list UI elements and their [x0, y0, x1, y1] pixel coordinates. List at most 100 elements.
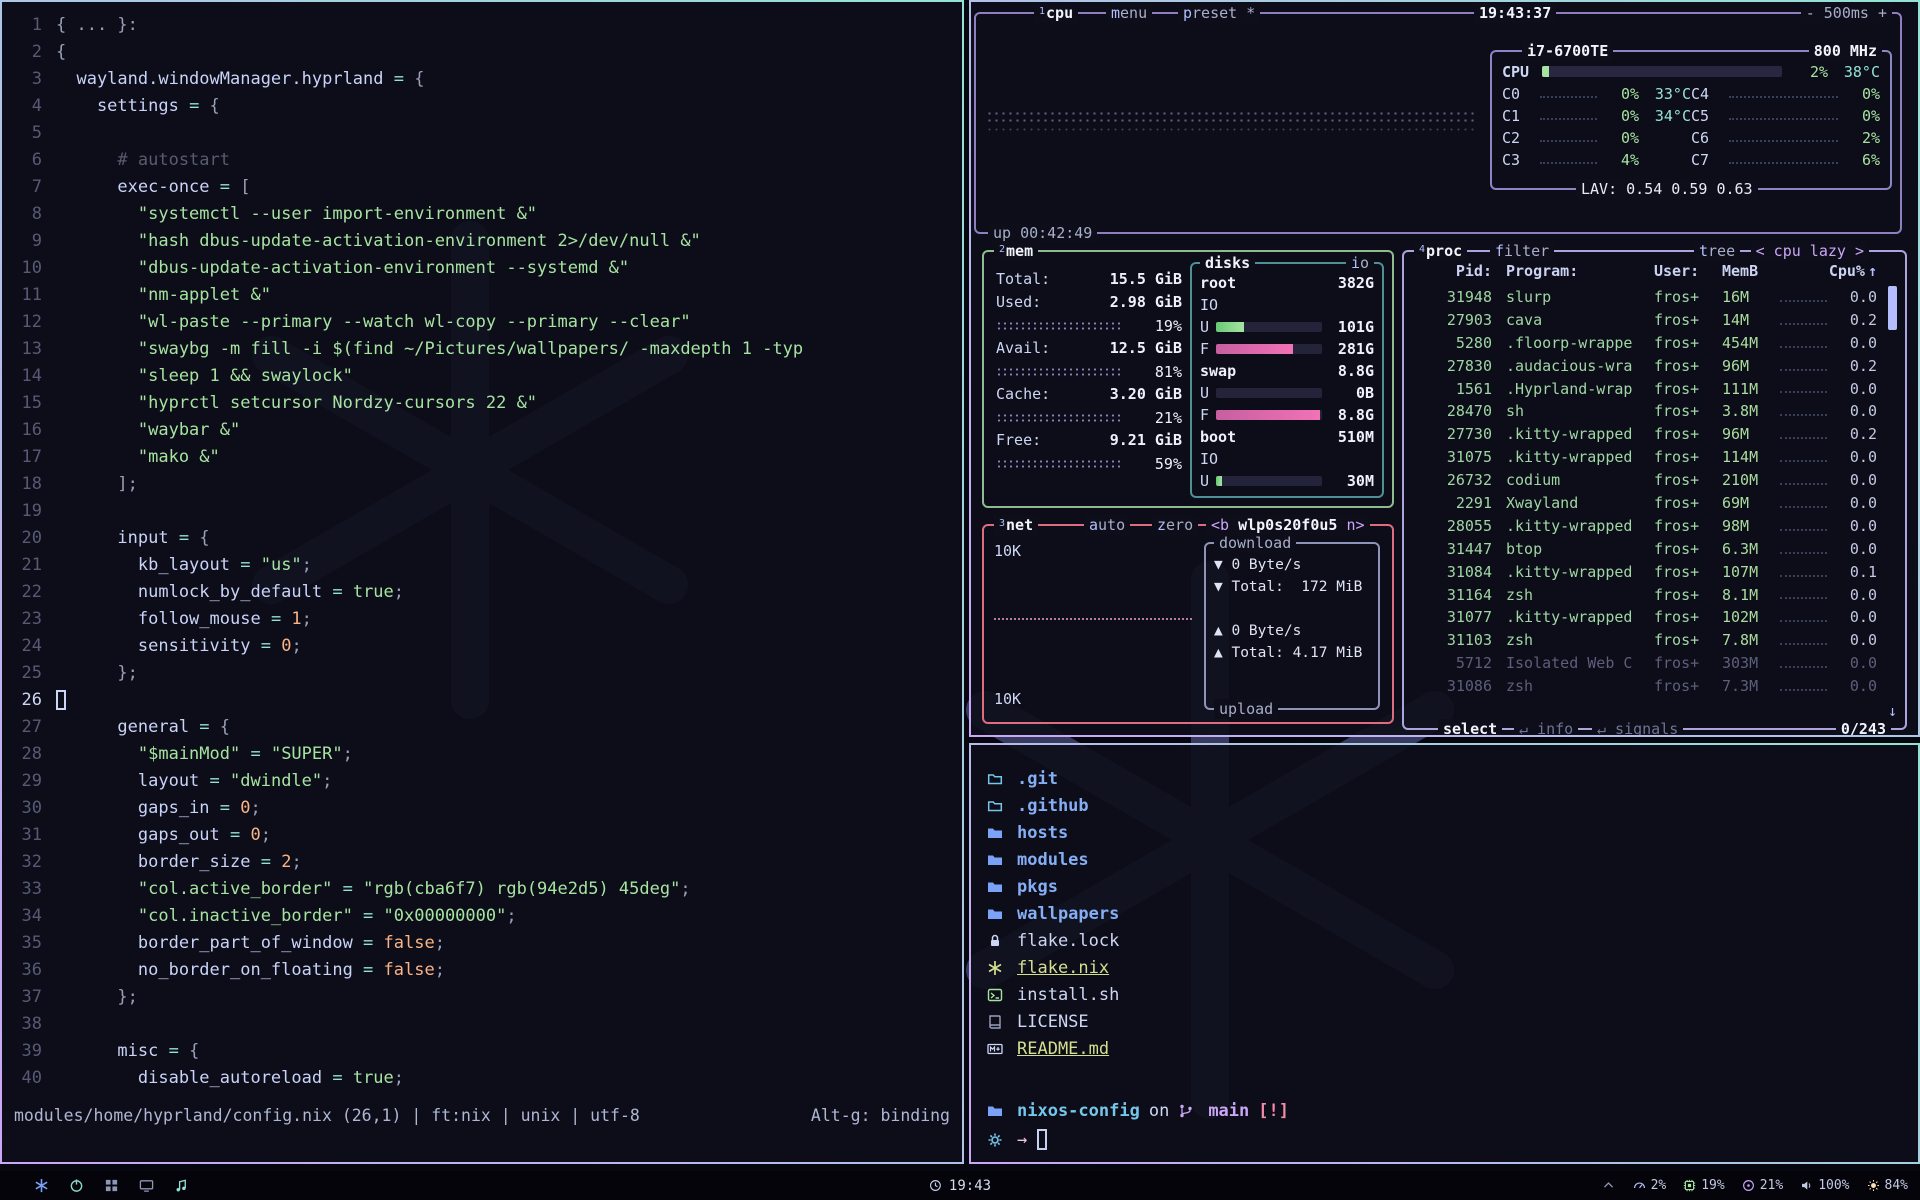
net-zero-button[interactable]: zero — [1152, 515, 1198, 535]
process-row[interactable]: 26732codiumfros+210M0.0 — [1414, 469, 1877, 492]
editor-line[interactable]: 27 general = { — [2, 714, 962, 741]
editor-line[interactable]: 32 border_size = 2; — [2, 849, 962, 876]
editor-line[interactable]: 31 gaps_out = 0; — [2, 822, 962, 849]
file-item-modules[interactable]: modules — [987, 846, 1119, 873]
editor-line[interactable]: 33 "col.active_border" = "rgb(cba6f7) rg… — [2, 876, 962, 903]
editor-line[interactable]: 38 — [2, 1011, 962, 1038]
file-item-LICENSE[interactable]: LICENSE — [987, 1008, 1119, 1035]
editor-line[interactable]: 36 no_border_on_floating = false; — [2, 957, 962, 984]
terminal-window[interactable]: .git.githubhostsmodulespkgswallpapersfla… — [969, 743, 1920, 1164]
btop-window[interactable]: 1cpu menu preset * 19:43:37 - 500ms + i7… — [969, 0, 1920, 737]
proc-box-title[interactable]: 4proc — [1414, 241, 1467, 261]
metric-volume[interactable]: 100% — [1800, 1178, 1849, 1193]
process-row[interactable]: 31086zshfros+7.3M0.0 — [1414, 675, 1877, 698]
select-action[interactable]: select — [1438, 719, 1502, 737]
editor-line[interactable]: 39 misc = { — [2, 1038, 962, 1065]
menu-button[interactable]: menu — [1106, 3, 1152, 23]
scrollbar-thumb[interactable] — [1888, 286, 1897, 330]
editor-line[interactable]: 7 exec-once = [ — [2, 174, 962, 201]
editor-line[interactable]: 4 settings = { — [2, 93, 962, 120]
workspaces-icon[interactable] — [104, 1178, 119, 1193]
metric-disk-usage[interactable]: 21% — [1742, 1178, 1783, 1193]
editor-line[interactable]: 14 "sleep 1 && swaylock" — [2, 363, 962, 390]
preset-button[interactable]: preset * — [1178, 3, 1260, 23]
editor-line[interactable]: 11 "nm-applet &" — [2, 282, 962, 309]
editor-line[interactable]: 30 gaps_in = 0; — [2, 795, 962, 822]
display-icon[interactable] — [139, 1178, 154, 1193]
file-item-flake.lock[interactable]: flake.lock — [987, 927, 1119, 954]
tray-expand-icon[interactable] — [1602, 1179, 1615, 1192]
editor-line[interactable]: 5 — [2, 120, 962, 147]
net-box-title[interactable]: 3net — [994, 515, 1038, 535]
disks-title[interactable]: disks — [1200, 253, 1255, 273]
metric-brightness[interactable]: 84% — [1867, 1178, 1908, 1193]
editor-lines[interactable]: 1{ ... }:2{3 wayland.windowManager.hyprl… — [2, 12, 962, 1092]
process-row[interactable]: 31948slurpfros+16M0.0 — [1414, 286, 1877, 309]
net-interface-selector[interactable]: <b wlp0s20f0u5 n> — [1206, 515, 1370, 535]
file-item-README.md[interactable]: README.md — [987, 1035, 1119, 1062]
process-row[interactable]: 31077.kitty-wrappedfros+102M0.0 — [1414, 606, 1877, 629]
process-row[interactable]: 5712Isolated Web Cfros+303M0.0 — [1414, 652, 1877, 675]
editor-line[interactable]: 9 "hash dbus-update-activation-environme… — [2, 228, 962, 255]
file-item-pkgs[interactable]: pkgs — [987, 873, 1119, 900]
scroll-down-arrow[interactable]: ↓ — [1888, 702, 1897, 720]
process-row[interactable]: 27830.audacious-wrafros+96M0.2 — [1414, 355, 1877, 378]
file-item-install.sh[interactable]: install.sh — [987, 981, 1119, 1008]
bar-clock[interactable]: 19:43 — [929, 1178, 991, 1194]
metric-memory-usage[interactable]: 19% — [1683, 1178, 1724, 1193]
editor-line[interactable]: 35 border_part_of_window = false; — [2, 930, 962, 957]
file-item-.github[interactable]: .github — [987, 792, 1119, 819]
editor-line[interactable]: 20 input = { — [2, 525, 962, 552]
filter-button[interactable]: filter — [1490, 241, 1554, 261]
editor-line[interactable]: 1{ ... }: — [2, 12, 962, 39]
editor-line[interactable]: 13 "swaybg -m fill -i $(find ~/Pictures/… — [2, 336, 962, 363]
editor-line[interactable]: 23 follow_mouse = 1; — [2, 606, 962, 633]
file-item-.git[interactable]: .git — [987, 765, 1119, 792]
editor-line[interactable]: 10 "dbus-update-activation-environment -… — [2, 255, 962, 282]
editor-line[interactable]: 26 — [2, 687, 962, 714]
editor-line[interactable]: 8 "systemctl --user import-environment &… — [2, 201, 962, 228]
sort-column-selector[interactable]: < cpu lazy > — [1751, 241, 1869, 261]
file-item-flake.nix[interactable]: flake.nix — [987, 954, 1119, 981]
process-row[interactable]: 31075.kitty-wrappedfros+114M0.0 — [1414, 446, 1877, 469]
editor-line[interactable]: 6 # autostart — [2, 147, 962, 174]
update-interval-control[interactable]: - 500ms + — [1801, 3, 1892, 23]
info-action[interactable]: ↵ info — [1514, 719, 1578, 737]
cpu-box-title[interactable]: 1cpu — [1034, 3, 1078, 23]
process-row[interactable]: 1561.Hyprland-wrapfros+111M0.0 — [1414, 378, 1877, 401]
editor-line[interactable]: 34 "col.inactive_border" = "0x00000000"; — [2, 903, 962, 930]
editor-line[interactable]: 24 sensitivity = 0; — [2, 633, 962, 660]
editor-line[interactable]: 21 kb_layout = "us"; — [2, 552, 962, 579]
process-row[interactable]: 28470shfros+3.8M0.0 — [1414, 400, 1877, 423]
shell-prompt-input[interactable]: → — [987, 1129, 1047, 1150]
process-row[interactable]: 31447btopfros+6.3M0.0 — [1414, 538, 1877, 561]
editor-line[interactable]: 25 }; — [2, 660, 962, 687]
nix-logo-icon[interactable] — [34, 1178, 49, 1193]
proc-rows[interactable]: 31948slurpfros+16M0.027903cavafros+14M0.… — [1414, 286, 1877, 698]
file-item-hosts[interactable]: hosts — [987, 819, 1119, 846]
io-mode-button[interactable]: io — [1346, 253, 1374, 273]
process-row[interactable]: 31103zshfros+7.8M0.0 — [1414, 629, 1877, 652]
editor-line[interactable]: 28 "$mainMod" = "SUPER"; — [2, 741, 962, 768]
process-row[interactable]: 27730.kitty-wrappedfros+96M0.2 — [1414, 423, 1877, 446]
process-row[interactable]: 31164zshfros+8.1M0.0 — [1414, 584, 1877, 607]
process-row[interactable]: 2291Xwaylandfros+69M0.0 — [1414, 492, 1877, 515]
editor-line[interactable]: 17 "mako &" — [2, 444, 962, 471]
editor-line[interactable]: 40 disable_autoreload = true; — [2, 1065, 962, 1092]
file-item-wallpapers[interactable]: wallpapers — [987, 900, 1119, 927]
signals-action[interactable]: ↵ signals — [1592, 719, 1683, 737]
editor-line[interactable]: 18 ]; — [2, 471, 962, 498]
editor-line[interactable]: 19 — [2, 498, 962, 525]
power-icon[interactable] — [69, 1178, 84, 1193]
tree-button[interactable]: tree — [1694, 241, 1740, 261]
mem-box-title[interactable]: 2mem — [994, 241, 1038, 261]
process-row[interactable]: 27903cavafros+14M0.2 — [1414, 309, 1877, 332]
editor-line[interactable]: 2{ — [2, 39, 962, 66]
editor-line[interactable]: 3 wayland.windowManager.hyprland = { — [2, 66, 962, 93]
editor-line[interactable]: 12 "wl-paste --primary --watch wl-copy -… — [2, 309, 962, 336]
editor-line[interactable]: 15 "hyprctl setcursor Nordzy-cursors 22 … — [2, 390, 962, 417]
metric-cpu-usage[interactable]: 2% — [1633, 1178, 1667, 1193]
editor-line[interactable]: 22 numlock_by_default = true; — [2, 579, 962, 606]
editor-window[interactable]: 1{ ... }:2{3 wayland.windowManager.hyprl… — [0, 0, 964, 1164]
editor-line[interactable]: 29 layout = "dwindle"; — [2, 768, 962, 795]
